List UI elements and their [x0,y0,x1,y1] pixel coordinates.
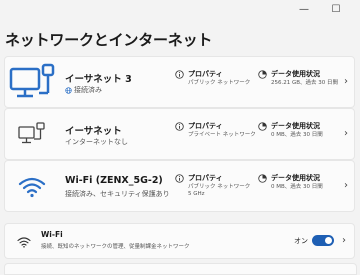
wifi-icon [17,237,31,248]
ethernet-no-internet-icon [5,109,59,161]
wifi-title: Wi-Fi [41,230,63,239]
network-profile: パブリック ネットワーク 5 GHz [188,184,251,197]
data-usage-label: データ使用状況 [271,70,320,78]
adapter-status: 接続済み、セキュリティ保護あり [65,190,170,198]
data-usage-value: 256.21 GB、過去 30 日間 [271,80,339,86]
wifi-toggle-label: オン [294,237,308,245]
adapter-status: インターネットなし [65,138,128,146]
properties-label: プロパティ [188,70,223,78]
wifi-toggle[interactable] [312,235,334,246]
chevron-right-icon[interactable]: › [344,180,348,191]
chevron-right-icon[interactable]: › [342,235,346,246]
adapter-card-ethernet[interactable]: イーサネット インターネットなし プロパティ プライベート ネットワーク データ… [4,108,355,160]
wifi-description: 接続、既知のネットワークの管理、従量制課金ネットワーク [41,244,190,250]
next-setting-row[interactable] [4,263,357,275]
page-title: ネットワークとインターネット [5,31,213,49]
adapter-name: イーサネット 3 [65,74,132,85]
network-profile: プライベート ネットワーク [188,132,256,138]
data-usage-value: 0 MB、過去 30 日間 [271,184,323,190]
adapter-card-ethernet-3[interactable]: イーサネット 3 接続済み プロパティ パブリック ネットワーク データ使用状況… [4,56,355,108]
adapter-card-wifi[interactable]: Wi-Fi (ZENX_5G-2) 接続済み、セキュリティ保護あり プロパティ … [4,160,355,212]
data-usage-icon [258,122,267,131]
toggle-knob [325,237,332,244]
globe-icon [65,86,72,94]
network-profile: パブリック ネットワーク [188,80,251,86]
data-usage-label: データ使用状況 [271,122,320,130]
chevron-right-icon[interactable]: › [344,128,348,139]
wifi-setting-row[interactable]: Wi-Fi 接続、既知のネットワークの管理、従量制課金ネットワーク オン › [4,223,355,259]
info-icon [175,174,184,183]
data-usage-icon [258,70,267,79]
properties-label: プロパティ [188,122,223,130]
data-usage-icon [258,174,267,183]
adapter-status: 接続済み [65,85,102,95]
info-icon [175,122,184,131]
data-usage-label: データ使用状況 [271,174,320,182]
properties-label: プロパティ [188,174,223,182]
ethernet-connected-icon [5,57,59,109]
chevron-right-icon[interactable]: › [344,76,348,87]
adapter-name: Wi-Fi (ZENX_5G-2) [65,175,163,186]
adapter-name: イーサネット [65,126,122,137]
info-icon [175,70,184,79]
title-bar: — ☐ [0,0,360,18]
data-usage-value: 0 MB、過去 30 日間 [271,132,323,138]
maximize-button[interactable]: ☐ [322,0,350,18]
minimize-button[interactable]: — [290,0,318,18]
wifi-icon [5,161,59,213]
